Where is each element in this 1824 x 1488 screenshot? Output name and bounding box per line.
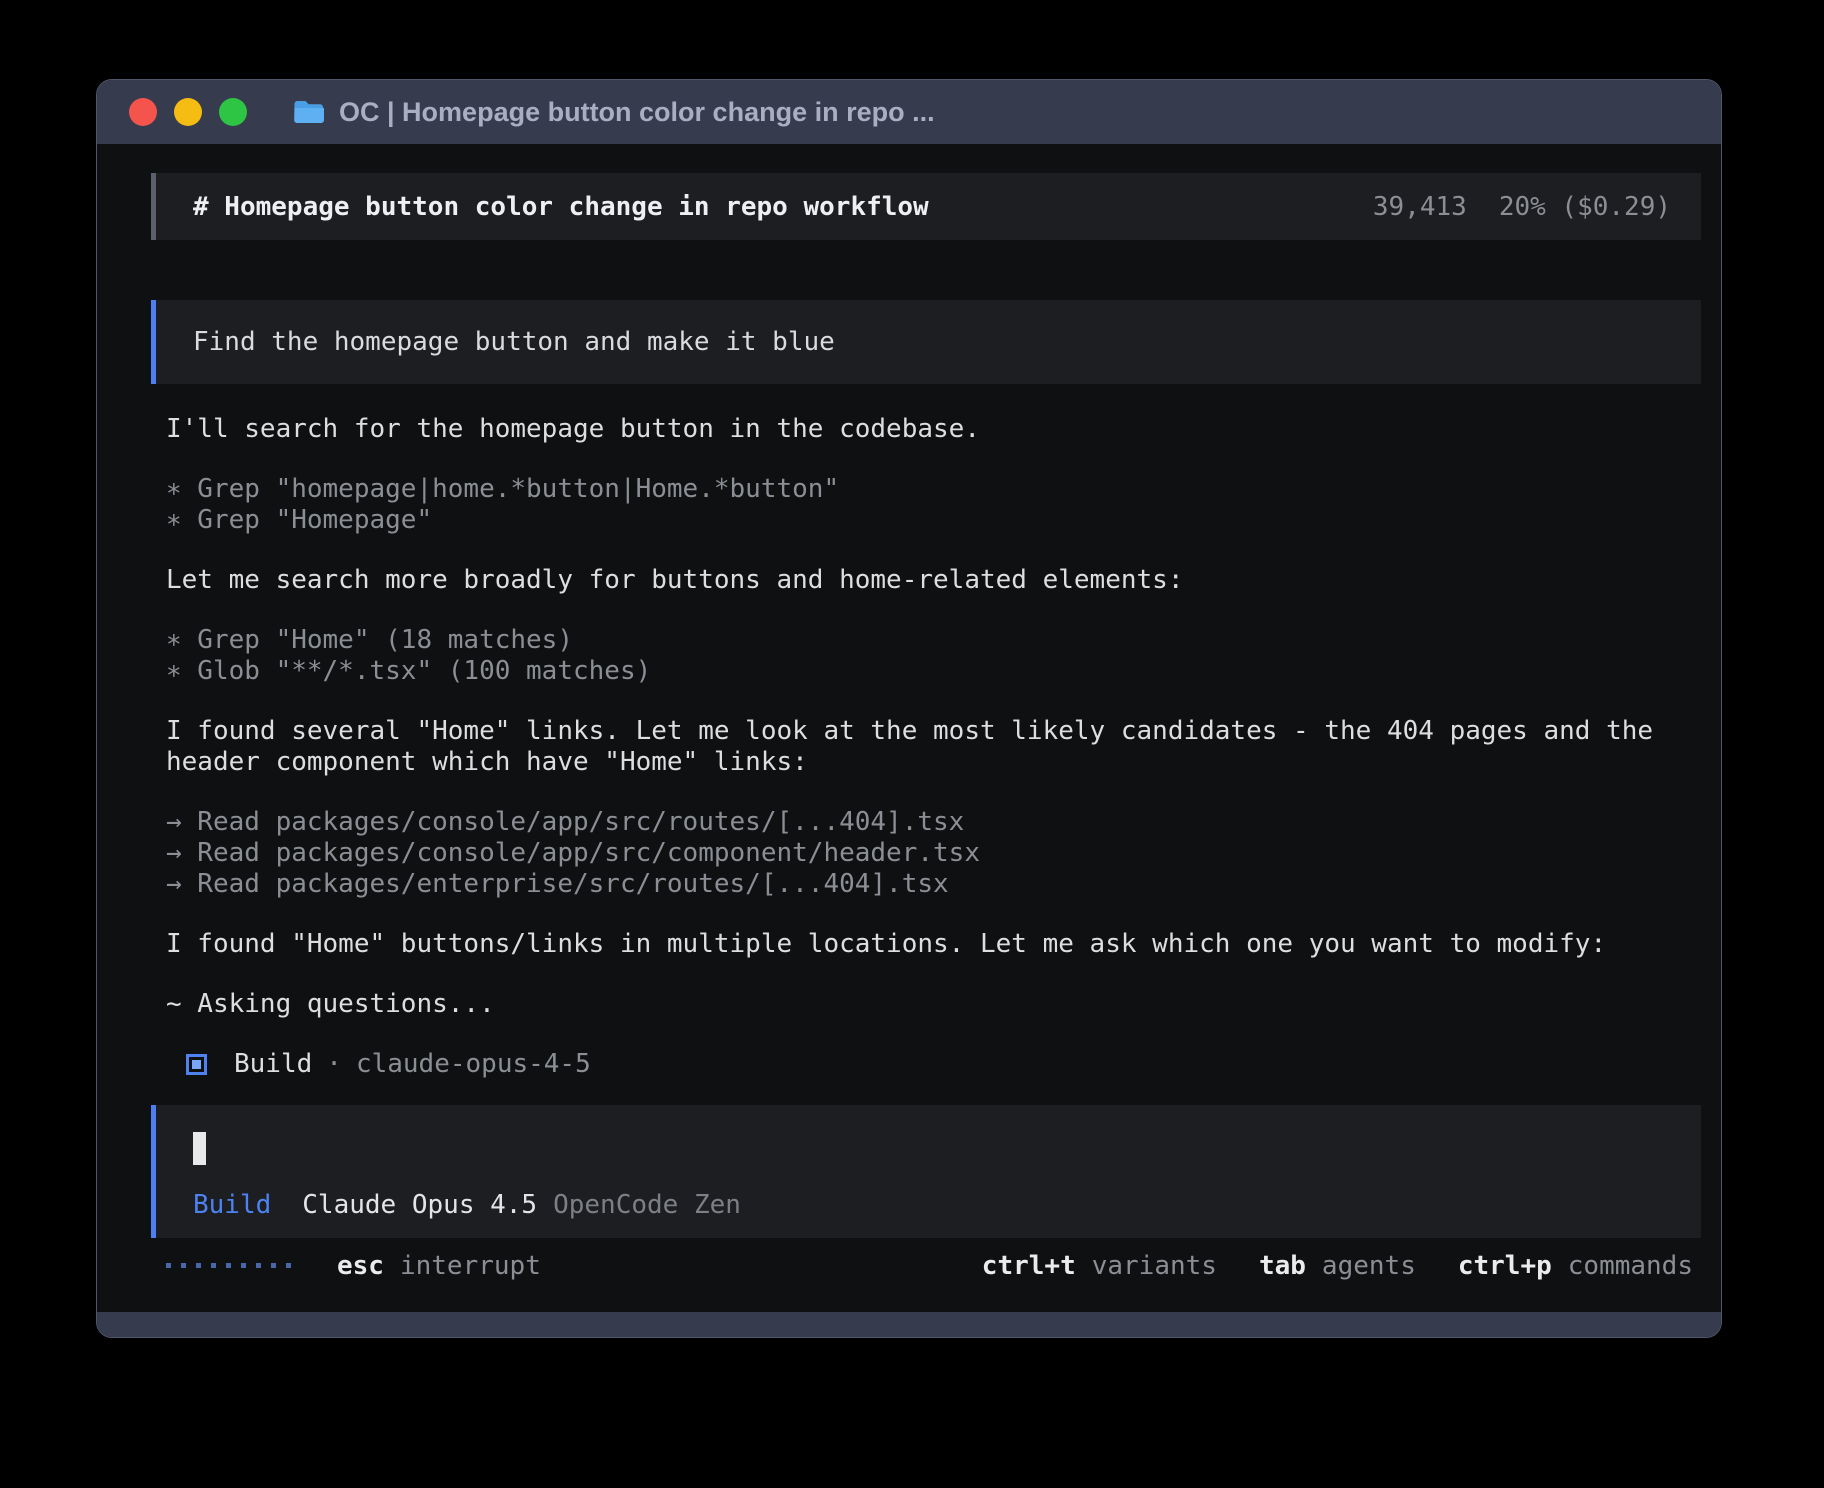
- esc-key-hint: esc: [337, 1251, 384, 1281]
- titlebar[interactable]: OC | Homepage button color change in rep…: [97, 80, 1721, 144]
- assistant-status-line: ~ Asking questions...: [166, 989, 1708, 1020]
- tool-call-line: → Read packages/console/app/src/componen…: [166, 838, 1708, 869]
- spinner-dots-icon: [166, 1263, 291, 1268]
- terminal-window: OC | Homepage button color change in rep…: [96, 79, 1722, 1338]
- session-meta: 39,413 20% ($0.29): [1373, 192, 1671, 222]
- assistant-text-line: header component which have "Home" links…: [166, 747, 1708, 778]
- hint-label: agents: [1322, 1251, 1416, 1281]
- hint-key: tab: [1259, 1251, 1306, 1281]
- agent-row: Build · claude-opus-4-5: [166, 1049, 1708, 1080]
- assistant-text-line: I'll search for the homepage button in t…: [166, 414, 1708, 445]
- token-count: 39,413: [1373, 192, 1467, 222]
- assistant-text-line: I found "Home" buttons/links in multiple…: [166, 929, 1708, 960]
- window-bottom-strip: [97, 1312, 1721, 1337]
- hint-label: commands: [1568, 1251, 1693, 1281]
- tool-call-line: ∗ Grep "Homepage": [166, 505, 1708, 536]
- hint-variants: ctrl+t variants: [982, 1251, 1217, 1281]
- minimize-button[interactable]: [174, 98, 202, 126]
- title-group: OC | Homepage button color change in rep…: [293, 97, 935, 128]
- status-bar: esc interrupt ctrl+t variants tab agents…: [166, 1250, 1693, 1281]
- tool-call-line: ∗ Glob "**/*.tsx" (100 matches): [166, 656, 1708, 687]
- tool-call-line: → Read packages/console/app/src/routes/[…: [166, 807, 1708, 838]
- model-label: Claude Opus 4.5: [302, 1190, 537, 1220]
- folder-icon: [293, 99, 324, 125]
- keyboard-hints: ctrl+t variants tab agents ctrl+p comman…: [940, 1251, 1693, 1281]
- agent-build-icon: [186, 1054, 207, 1075]
- user-message-text: Find the homepage button and make it blu…: [193, 327, 835, 357]
- message-input[interactable]: Build Claude Opus 4.5 OpenCode Zen: [151, 1105, 1701, 1238]
- transcript: I'll search for the homepage button in t…: [166, 414, 1708, 1080]
- input-status-row: Build Claude Opus 4.5 OpenCode Zen: [193, 1190, 1664, 1220]
- esc-key-label: interrupt: [400, 1251, 541, 1281]
- agent-name: Build: [234, 1049, 312, 1080]
- session-title: # Homepage button color change in repo w…: [193, 192, 929, 222]
- hint-key: ctrl+t: [982, 1251, 1076, 1281]
- provider-label: OpenCode Zen: [553, 1190, 741, 1220]
- hint-agents: tab agents: [1259, 1251, 1416, 1281]
- mode-label: Build: [193, 1190, 271, 1220]
- text-cursor: [193, 1132, 206, 1165]
- user-message: Find the homepage button and make it blu…: [151, 300, 1701, 384]
- window-title: OC | Homepage button color change in rep…: [339, 97, 935, 128]
- context-cost: 20% ($0.29): [1499, 192, 1671, 222]
- hint-commands: ctrl+p commands: [1458, 1251, 1693, 1281]
- close-button[interactable]: [129, 98, 157, 126]
- assistant-text-line: I found several "Home" links. Let me loo…: [166, 716, 1708, 747]
- zoom-button[interactable]: [219, 98, 247, 126]
- tool-call-line: ∗ Grep "Home" (18 matches): [166, 625, 1708, 656]
- traffic-lights: [129, 98, 247, 126]
- terminal-content: # Homepage button color change in repo w…: [97, 144, 1721, 1312]
- hint-label: variants: [1092, 1251, 1217, 1281]
- tool-call-line: ∗ Grep "homepage|home.*button|Home.*butt…: [166, 474, 1708, 505]
- tool-call-line: → Read packages/enterprise/src/routes/[.…: [166, 869, 1708, 900]
- agent-separator: ·: [326, 1049, 342, 1080]
- session-header: # Homepage button color change in repo w…: [151, 173, 1701, 240]
- hint-key: ctrl+p: [1458, 1251, 1552, 1281]
- assistant-text-line: Let me search more broadly for buttons a…: [166, 565, 1708, 596]
- agent-model: claude-opus-4-5: [356, 1049, 591, 1080]
